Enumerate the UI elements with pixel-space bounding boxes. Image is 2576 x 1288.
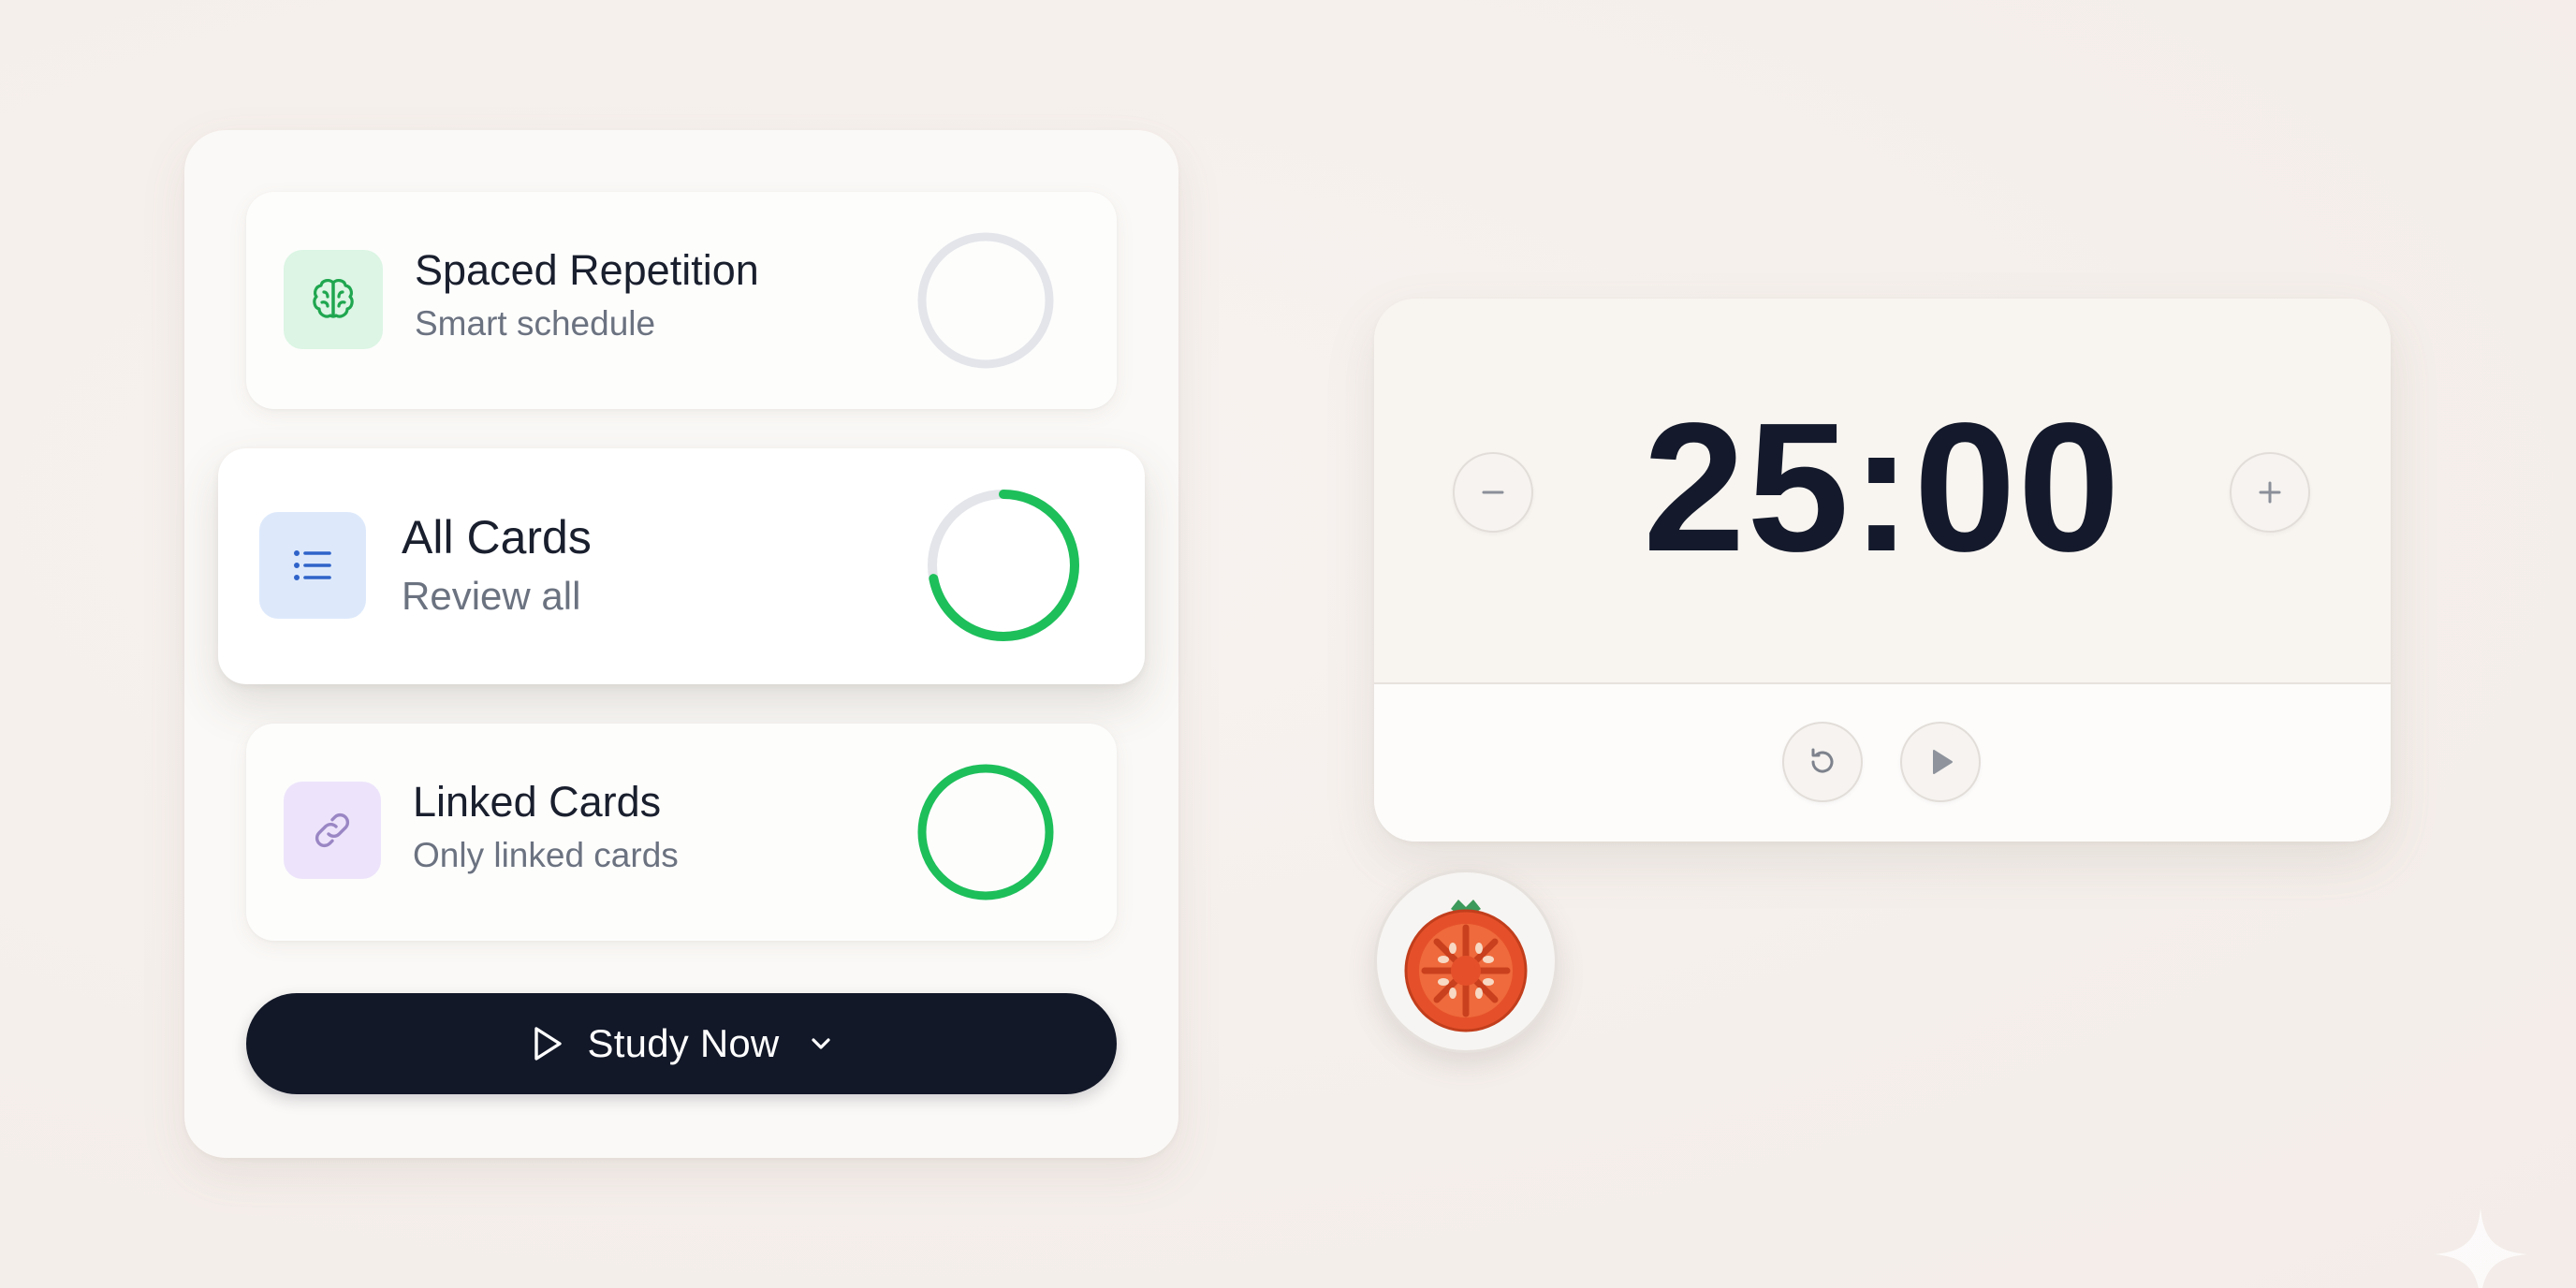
reset-button[interactable] [1782, 722, 1863, 802]
progress-ring [917, 764, 1054, 900]
timer-display-area: 25:00 [1374, 299, 2391, 684]
timer-controls [1374, 684, 2391, 842]
mode-subtitle: Review all [402, 574, 581, 618]
mode-option-spaced-repetition[interactable]: Spaced Repetition Smart schedule [246, 192, 1117, 409]
link-icon [284, 782, 381, 879]
app-canvas: Spaced Repetition Smart schedule All Car… [0, 0, 2576, 1288]
play-button[interactable] [1900, 722, 1981, 802]
mode-option-linked-cards[interactable]: Linked Cards Only linked cards [246, 724, 1117, 941]
mode-title: All Cards [402, 511, 592, 564]
increase-time-button[interactable] [2230, 452, 2310, 533]
timer-time: 25:00 [1643, 385, 2122, 590]
mode-title: Linked Cards [413, 778, 662, 826]
study-mode-panel: Spaced Repetition Smart schedule All Car… [184, 130, 1178, 1158]
mode-subtitle: Smart schedule [415, 304, 656, 343]
chevron-down-icon[interactable] [805, 1028, 837, 1060]
brain-icon [284, 250, 383, 349]
decrease-time-button[interactable] [1453, 452, 1533, 533]
list-icon [259, 512, 366, 619]
plus-icon [2259, 481, 2281, 504]
progress-ring [928, 490, 1079, 641]
progress-ring [917, 232, 1054, 369]
sparkle-icon [2434, 1208, 2527, 1288]
reset-icon [1811, 748, 1834, 773]
minus-icon [1482, 490, 1504, 494]
pomodoro-timer: 25:00 [1374, 299, 2391, 842]
play-outline-icon [534, 1027, 562, 1061]
study-now-button[interactable]: Study Now [246, 993, 1117, 1094]
tomato-button[interactable] [1374, 870, 1558, 1053]
mode-title: Spaced Repetition [415, 246, 759, 294]
play-icon [1933, 750, 1953, 774]
study-now-label: Study Now [587, 1021, 780, 1065]
mode-option-all-cards[interactable]: All Cards Review all [218, 448, 1145, 684]
tomato-icon [1404, 900, 1528, 1032]
mode-subtitle: Only linked cards [413, 836, 679, 874]
